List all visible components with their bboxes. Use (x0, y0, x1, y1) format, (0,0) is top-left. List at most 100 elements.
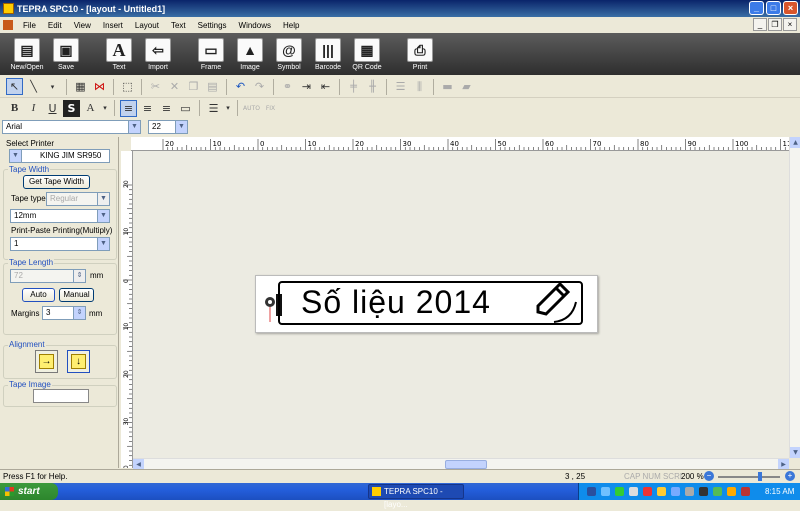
distribute-h-icon[interactable]: ☰ (392, 78, 409, 95)
menu-edit[interactable]: Edit (42, 21, 68, 30)
pointer-tool-icon[interactable]: ↖ (6, 78, 23, 95)
print-paste-select[interactable]: 1 ▼ (10, 237, 110, 251)
scroll-up-icon[interactable]: ▲ (790, 137, 800, 148)
dropdown-arrow-icon[interactable]: ▾ (44, 78, 61, 95)
tray-security-icon[interactable] (615, 487, 624, 496)
align-vertical-button[interactable]: ↓ (67, 350, 90, 373)
align-left-icon[interactable]: ≡ (120, 99, 137, 117)
tray-usb-icon[interactable] (713, 487, 722, 496)
shape-round-icon[interactable]: ▰ (458, 78, 475, 95)
taskbar-item-tepra[interactable]: TEPRA SPC10 - [layo... (368, 484, 464, 509)
printer-select[interactable]: ▼ KING JIM SR950 (9, 149, 110, 163)
undo-icon[interactable]: ↶ (232, 78, 249, 95)
align-right-icon[interactable]: ≡ (158, 100, 175, 117)
zoom-slider[interactable] (718, 476, 780, 478)
tray-power-icon[interactable] (685, 487, 694, 496)
auto-length-button[interactable]: Auto (22, 288, 55, 302)
new-open-button[interactable]: ▤ New/Open (8, 35, 46, 73)
delete-icon[interactable]: ✕ (166, 78, 183, 95)
text-button[interactable]: A Text (100, 35, 138, 73)
zoom-in-icon[interactable]: + (785, 471, 795, 481)
get-tape-width-button[interactable]: Get Tape Width (23, 175, 90, 189)
import-button[interactable]: ⇦ Import (139, 35, 177, 73)
qrcode-button[interactable]: ▦ QR Code (348, 35, 386, 73)
vertical-scrollbar[interactable]: ▲ ▼ (789, 137, 800, 458)
italic-icon[interactable]: I (25, 100, 42, 117)
font-color-icon[interactable]: A (82, 100, 99, 117)
maximize-button[interactable]: □ (766, 1, 781, 15)
bold-icon[interactable]: B (6, 100, 23, 117)
scroll-down-icon[interactable]: ▼ (790, 447, 800, 458)
tray-keyboard-icon[interactable] (699, 487, 708, 496)
close-button[interactable]: × (783, 1, 798, 15)
zoom-slider-thumb[interactable] (758, 472, 762, 481)
horizontal-scroll-thumb[interactable] (445, 460, 487, 469)
group-icon[interactable]: ⚭ (279, 78, 296, 95)
tray-update-icon[interactable] (657, 487, 666, 496)
mdi-minimize-button[interactable]: _ (753, 18, 767, 31)
zoom-out-icon[interactable]: − (704, 471, 714, 481)
tray-speaker-icon[interactable] (629, 487, 638, 496)
dropdown-arrow-icon[interactable]: ▾ (101, 100, 109, 117)
menu-help[interactable]: Help (277, 21, 305, 30)
tray-network-icon[interactable] (601, 487, 610, 496)
font-name-select[interactable]: Arial ▼ (2, 120, 141, 134)
mdi-close-button[interactable]: × (783, 18, 797, 31)
line-tool-icon[interactable]: ╲ (25, 78, 42, 95)
print-button[interactable]: ⎙ Print (401, 35, 439, 73)
dropdown-arrow-icon[interactable]: ▾ (224, 100, 232, 117)
align-center-v-icon[interactable]: ╫ (364, 78, 381, 95)
align-horizontal-button[interactable]: → (35, 350, 58, 373)
menu-windows[interactable]: Windows (233, 21, 277, 30)
bring-front-icon[interactable]: ⇥ (298, 78, 315, 95)
tray-antivirus-icon[interactable] (643, 487, 652, 496)
symbol-button[interactable]: @ Symbol (270, 35, 308, 73)
select-all-icon[interactable]: ⬚ (119, 78, 136, 95)
menu-text[interactable]: Text (165, 21, 192, 30)
label-text[interactable]: Số liệu 2014 (301, 284, 491, 321)
margins-input[interactable]: 3 ⇕ (42, 306, 86, 320)
tray-display-icon[interactable] (671, 487, 680, 496)
outline-text-icon[interactable]: S (63, 99, 80, 117)
menu-file[interactable]: File (17, 21, 42, 30)
tray-shield-icon[interactable] (741, 487, 750, 496)
manual-length-button[interactable]: Manual (59, 288, 94, 302)
tape-length-input[interactable]: 72 ⇕ (10, 269, 86, 283)
text-frame-icon[interactable]: ▭ (177, 100, 194, 117)
image-button[interactable]: ▲ Image (231, 35, 269, 73)
tape-type-select[interactable]: Regular ▼ (46, 192, 110, 206)
fix-icon[interactable]: FIX (262, 100, 279, 117)
distribute-v-icon[interactable]: ⫼ (411, 78, 428, 95)
menu-layout[interactable]: Layout (129, 21, 165, 30)
cut-icon[interactable]: ✂ (147, 78, 164, 95)
font-size-select[interactable]: 22 ▼ (148, 120, 188, 134)
start-button[interactable]: start (0, 483, 58, 500)
menu-insert[interactable]: Insert (97, 21, 129, 30)
align-center-h-icon[interactable]: ╪ (345, 78, 362, 95)
tray-chat-icon[interactable] (727, 487, 736, 496)
paste-icon[interactable]: ▤ (204, 78, 221, 95)
cursor-position: 3 , 25 (565, 472, 586, 481)
underline-icon[interactable]: U (44, 100, 61, 117)
redo-icon[interactable]: ↷ (251, 78, 268, 95)
line-spacing-icon[interactable]: ☰ (205, 100, 222, 117)
tray-help-icon[interactable] (587, 487, 596, 496)
tape-width-title: Tape Width (8, 165, 51, 174)
tape-width-select[interactable]: 12mm ▼ (10, 209, 110, 223)
tape-label[interactable]: Số liệu 2014 (255, 275, 598, 333)
frame-button[interactable]: ▭ Frame (192, 35, 230, 73)
barcode-button[interactable]: ||| Barcode (309, 35, 347, 73)
menu-settings[interactable]: Settings (192, 21, 233, 30)
menu-view[interactable]: View (68, 21, 97, 30)
horizontal-scrollbar[interactable]: ◀ ▶ (133, 458, 789, 470)
table-icon[interactable]: ▦ (72, 78, 89, 95)
shape-rect-icon[interactable]: ▬ (439, 78, 456, 95)
align-center-icon[interactable]: ≡ (139, 100, 156, 117)
copy-icon[interactable]: ❐ (185, 78, 202, 95)
minimize-button[interactable]: _ (749, 1, 764, 15)
ribbon-icon[interactable]: ⋈ (91, 78, 108, 95)
auto-fit-icon[interactable]: AUTO (243, 100, 260, 117)
save-button[interactable]: ▣ Save (47, 35, 85, 73)
mdi-restore-button[interactable]: ❐ (768, 18, 782, 31)
send-back-icon[interactable]: ⇤ (317, 78, 334, 95)
